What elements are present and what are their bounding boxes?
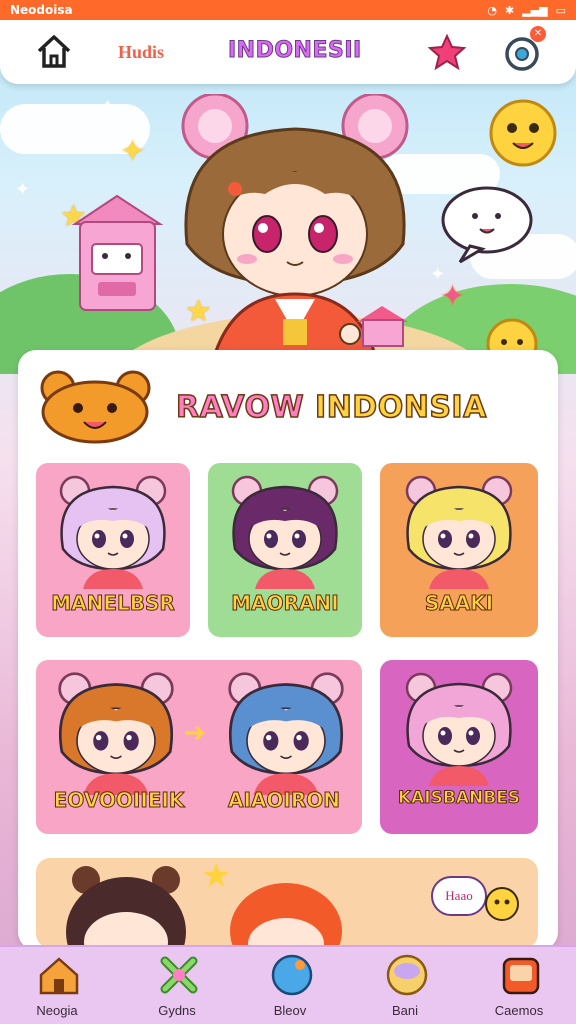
page-title: INDONESII	[228, 38, 362, 64]
mascot-icon	[485, 887, 519, 921]
game-icon	[502, 957, 540, 995]
mascot-icon	[489, 99, 557, 167]
notification-badge: ✕	[530, 26, 546, 42]
speech-bubble: Haao	[431, 876, 487, 916]
bottom-nav-item-bleov[interactable]: Bleov	[245, 947, 335, 1024]
character-tile[interactable]: SAAKI	[380, 463, 538, 637]
bottom-nav-item-caemos[interactable]: Caemos	[474, 947, 564, 1024]
star-icon: ✦	[120, 134, 146, 169]
signal-icon: ▂▄▆	[522, 3, 548, 17]
speech-bubble	[441, 186, 533, 264]
cross-icon	[160, 956, 198, 994]
character-illustration	[230, 883, 342, 948]
character-tile[interactable]: KAISBANBES	[380, 660, 538, 834]
character-name: MAORANI	[231, 591, 339, 616]
bottom-nav: Neogia Gydns Bleov Bani Caemos	[0, 945, 576, 1024]
top-nav: Hudis INDONESII ✕	[0, 20, 576, 84]
bottom-nav-item-gydns[interactable]: Gydns	[132, 947, 222, 1024]
bottom-nav-item-bani[interactable]: Bani	[360, 947, 450, 1024]
character-name: MANELBSR	[51, 591, 176, 616]
character-tile[interactable]: MANELBSR	[36, 463, 190, 637]
section-title-part1: RAVOW	[175, 389, 305, 426]
status-text: Neodoisa	[10, 3, 73, 17]
bear-icon	[40, 370, 151, 444]
profile-button[interactable]: ✕	[500, 26, 546, 74]
wifi-icon: ◔	[487, 3, 497, 17]
star-icon	[427, 33, 467, 71]
character-name: SAAKI	[424, 591, 494, 616]
home-icon	[37, 35, 71, 68]
globe-icon	[271, 954, 313, 996]
character-tile[interactable]: EOVOOIIEIK AIAOIRON ➔	[36, 660, 362, 834]
status-bar: Neodoisa ◔ ✱ ▂▄▆ ▭	[0, 0, 576, 20]
character-portrait	[405, 475, 513, 589]
character-name: KAISBANBES	[397, 788, 521, 809]
home-icon	[39, 957, 79, 995]
battery-icon: ▭	[555, 3, 566, 17]
section-title-part2: INDONSIA	[314, 389, 487, 426]
small-house-icon	[357, 306, 408, 347]
orb-icon	[386, 954, 428, 996]
character-name: AIAOIRON	[228, 788, 341, 813]
character-portrait	[228, 672, 344, 795]
character-portrait	[405, 672, 513, 786]
star-button[interactable]	[425, 30, 469, 74]
nav-link[interactable]: Hudis	[118, 42, 164, 63]
bottom-nav-item-home[interactable]: Neogia	[12, 947, 102, 1024]
pink-house-icon	[71, 194, 164, 311]
character-portrait	[58, 672, 174, 795]
sparkle-icon: ✦	[100, 96, 116, 117]
character-portrait	[59, 475, 167, 589]
hero-banner: ✦ ✦ ✦ ★ ✦ ★ ✦	[0, 84, 576, 374]
sparkle-icon: ✦	[15, 179, 31, 200]
character-tile[interactable]: MAORANI	[208, 463, 362, 637]
bluetooth-icon: ✱	[504, 3, 515, 17]
featured-banner[interactable]: ★ Haao	[36, 858, 538, 948]
character-portrait	[231, 475, 339, 589]
character-illustration	[66, 866, 186, 948]
arrow-icon: ➔	[184, 718, 206, 748]
home-button[interactable]	[32, 30, 76, 74]
star-icon: ✦	[440, 279, 466, 314]
section-title: RAVOW INDONSIA	[175, 389, 487, 426]
